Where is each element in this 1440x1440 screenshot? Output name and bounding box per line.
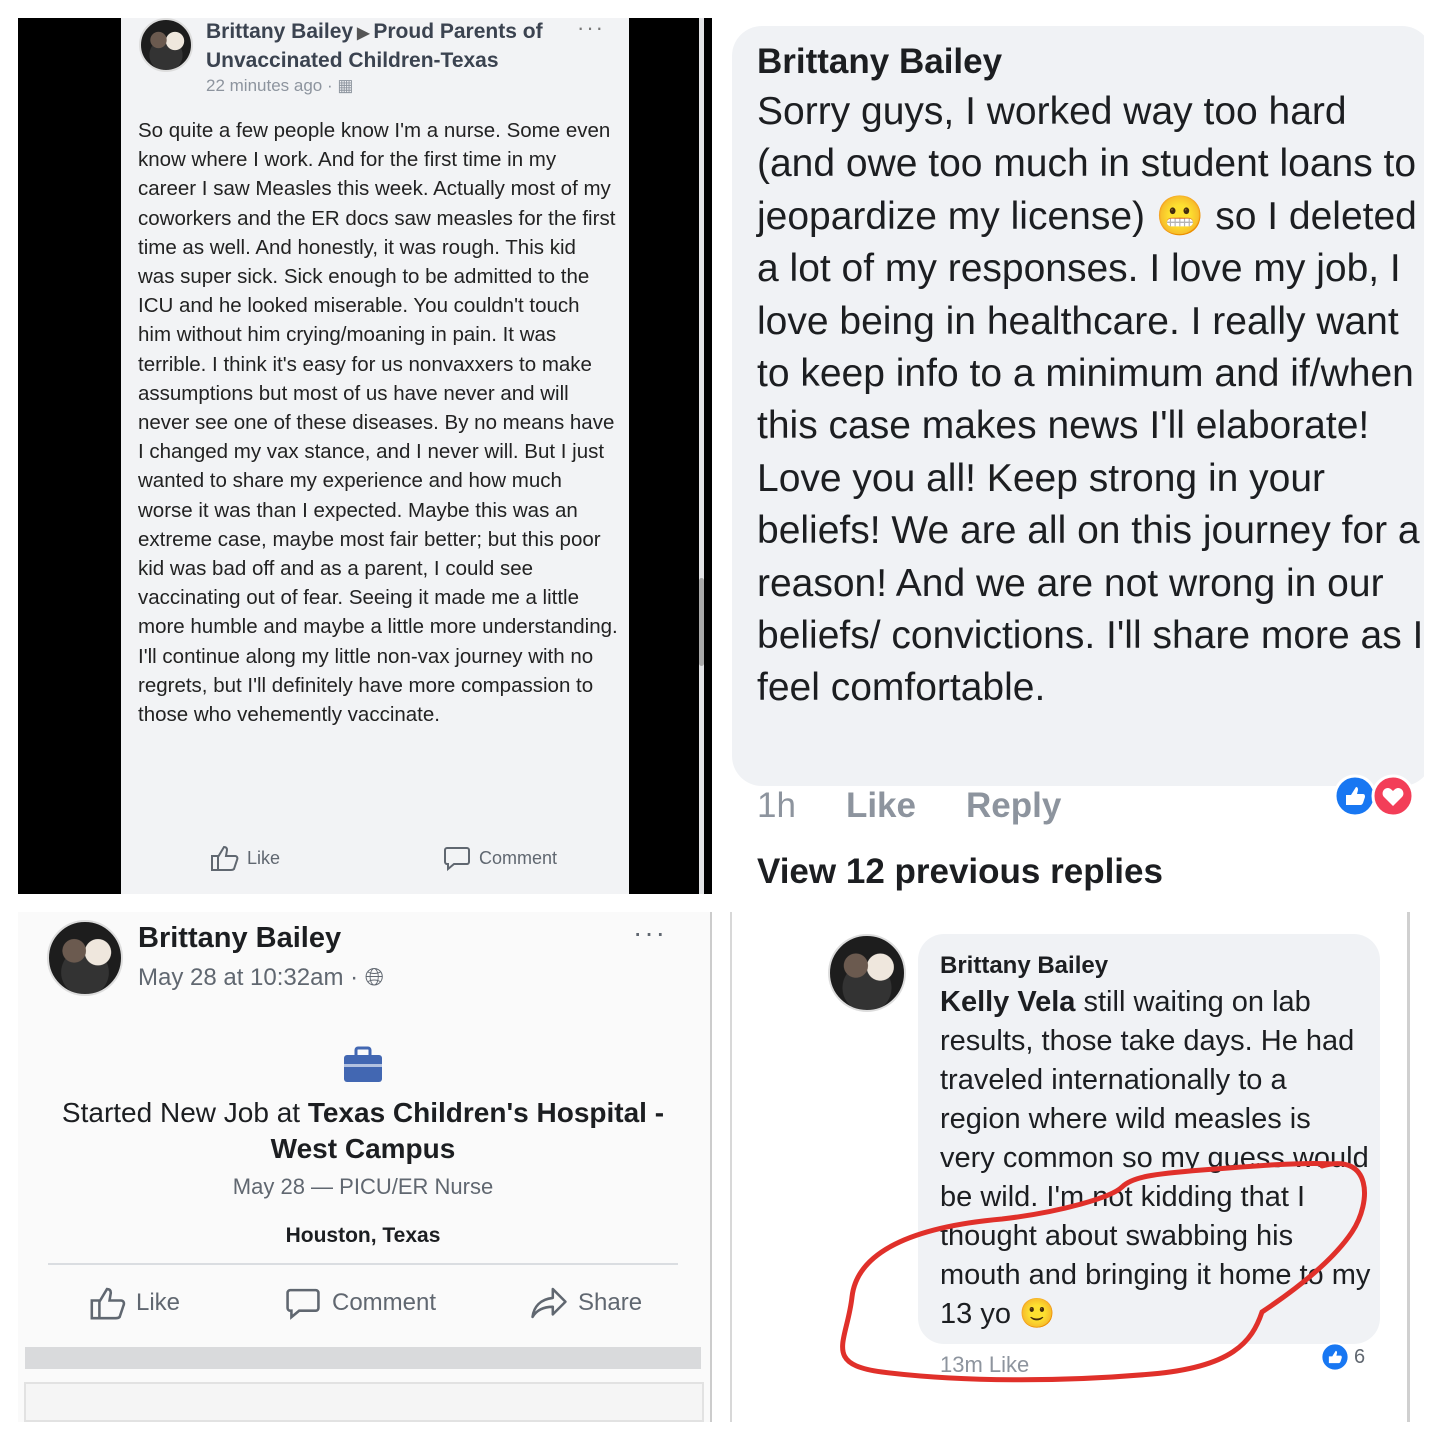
comment-button[interactable]: Comment	[284, 1285, 436, 1321]
group-post-screenshot: Brittany Bailey ▶ Proud Parents of Unvacci…	[18, 18, 712, 894]
job-employer[interactable]: Texas Children's Hospital - West Campus	[271, 1097, 664, 1164]
like-count[interactable]: 6	[1320, 1342, 1365, 1372]
globe-icon: 🌐︎	[364, 964, 384, 991]
more-options-icon[interactable]: ···	[633, 917, 667, 949]
job-location: Houston, Texas	[285, 1224, 441, 1247]
job-detail: May 28 — PICU/ER Nurse	[232, 1174, 494, 1199]
like-button[interactable]: Like	[88, 1285, 180, 1321]
author-name[interactable]: Brittany Bailey	[206, 20, 353, 43]
reaction-icons[interactable]	[1333, 774, 1415, 818]
job-post-screenshot: Brittany Bailey May 28 at 10:32am · 🌐︎ ·…	[18, 912, 712, 1422]
comment-meta: 13m Like	[940, 1352, 1030, 1377]
divider	[48, 1263, 678, 1265]
comment-actions: 1h Like Reply	[757, 786, 1061, 826]
comment-body: still waiting on lab results, those take…	[940, 986, 1371, 1330]
thumbs-up-icon	[211, 845, 239, 871]
group-icon: ▦	[337, 76, 354, 95]
love-reaction-icon	[1371, 774, 1415, 818]
comment-label: Comment	[479, 847, 558, 868]
timestamp-text: 22 minutes ago	[206, 76, 323, 95]
share-icon	[531, 1287, 567, 1319]
thumbs-up-icon	[90, 1287, 126, 1320]
comment-button[interactable]: Comment	[443, 844, 557, 872]
job-prefix: Started New Job at	[61, 1097, 308, 1128]
comment-reply-link[interactable]: Reply	[966, 786, 1061, 826]
post-card: Brittany Bailey ▶ Proud Parents of Unvacci…	[121, 18, 629, 894]
share-button[interactable]: Share	[530, 1285, 642, 1321]
like-count-number: 6	[1354, 1345, 1366, 1368]
job-headline: Started New Job at Texas Children's Hosp…	[38, 1095, 688, 1167]
comment-text: Kelly Vela still waiting on lab results,…	[940, 983, 1372, 1334]
circled-comment-screenshot: Brittany Bailey Kelly Vela still waiting…	[730, 912, 1410, 1422]
post-timestamp: May 28 at 10:32am · 🌐︎	[138, 964, 384, 991]
scrollbar-track[interactable]	[699, 18, 704, 894]
comment-time: 1h	[757, 786, 796, 825]
post-body: So quite a few people know I'm a nurse. …	[138, 119, 618, 727]
comment-icon	[444, 847, 470, 872]
bottom-toolbar	[24, 1382, 704, 1422]
comment-icon	[286, 1288, 320, 1320]
author-name[interactable]: Brittany Bailey	[138, 922, 341, 955]
post-timestamp: 22 minutes ago · ▦	[206, 76, 354, 95]
more-options-icon[interactable]: ···	[577, 18, 605, 41]
avatar[interactable]	[139, 18, 193, 72]
like-label: Like	[136, 1289, 181, 1316]
avatar[interactable]	[828, 934, 906, 1012]
section-separator	[25, 1347, 701, 1369]
comment-author[interactable]: Brittany Bailey	[940, 952, 1108, 980]
mention-link[interactable]: Kelly Vela	[940, 986, 1075, 1018]
comment-label: Comment	[332, 1289, 437, 1316]
like-reaction-icon	[1320, 1342, 1350, 1372]
scrollbar-thumb[interactable]	[699, 578, 704, 666]
arrow-right-icon: ▶	[357, 25, 370, 42]
comment-like-link[interactable]: Like	[846, 786, 916, 826]
comment-screenshot: Brittany Bailey Sorry guys, I worked way…	[730, 18, 1424, 894]
view-previous-replies-link[interactable]: View 12 previous replies	[757, 852, 1163, 892]
post-header: Brittany Bailey ▶ Proud Parents of Unvacci…	[206, 18, 576, 74]
like-button[interactable]: Like	[209, 844, 280, 872]
like-label: Like	[247, 847, 281, 868]
comment-author[interactable]: Brittany Bailey	[757, 42, 1002, 82]
avatar[interactable]	[47, 920, 123, 996]
comment-text: Sorry guys, I worked way too hard (and o…	[757, 90, 1424, 710]
timestamp-text[interactable]: May 28 at 10:32am	[138, 964, 343, 991]
share-label: Share	[578, 1289, 643, 1316]
briefcase-icon	[342, 1046, 384, 1084]
